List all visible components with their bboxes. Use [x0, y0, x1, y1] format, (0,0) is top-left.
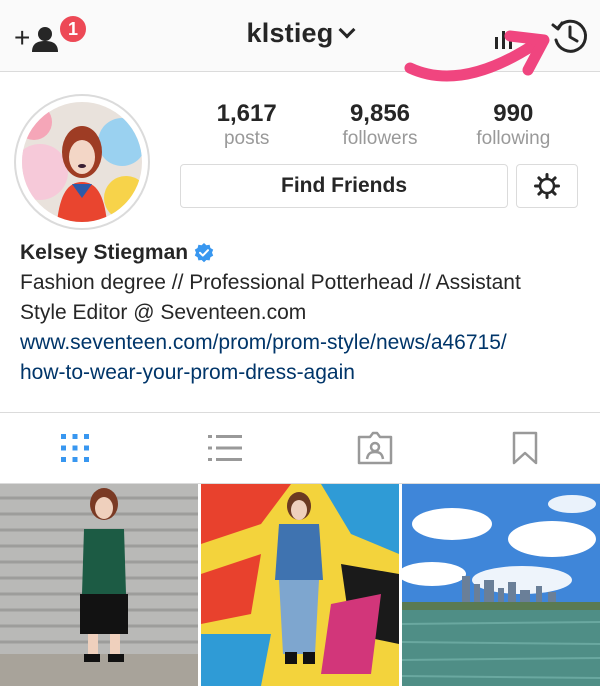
- gear-icon: [534, 173, 560, 199]
- username: klstieg: [246, 18, 334, 48]
- profile-bio: Kelsey Stiegman Fashion degree // Profes…: [20, 238, 590, 388]
- following-count: 990: [493, 100, 534, 127]
- posts-label: posts: [223, 128, 270, 149]
- account-switcher[interactable]: klstieg: [246, 18, 356, 49]
- profile-stats: 1,617 posts 9,856 followers 990 followin…: [180, 100, 580, 150]
- following-stat[interactable]: 990 following: [448, 100, 578, 150]
- profile-tabs: [0, 412, 600, 484]
- profile-avatar[interactable]: [14, 94, 150, 230]
- post-thumbnail[interactable]: [201, 484, 399, 686]
- posts-count: 1,617: [216, 100, 277, 127]
- followers-stat[interactable]: 9,856 followers: [315, 100, 445, 150]
- posts-stat[interactable]: 1,617 posts: [182, 100, 312, 150]
- followers-label: followers: [342, 128, 418, 149]
- bio-line-2: Style Editor @ Seventeen.com: [20, 301, 307, 324]
- settings-button[interactable]: [516, 164, 578, 208]
- photo-grid: [0, 484, 600, 686]
- post-thumbnail[interactable]: [0, 484, 198, 686]
- history-icon[interactable]: [550, 16, 590, 56]
- post-image: [0, 484, 198, 686]
- tagged-icon: [357, 431, 393, 465]
- tab-list[interactable]: [150, 413, 300, 483]
- full-name: Kelsey Stiegman: [20, 241, 189, 264]
- post-image: [402, 484, 600, 686]
- post-thumbnail[interactable]: [402, 484, 600, 686]
- avatar-photo: [22, 102, 142, 222]
- website-link-line-1: www.seventeen.com/prom/prom-style/news/a…: [20, 331, 507, 354]
- verified-badge-icon: [194, 243, 214, 263]
- following-label: following: [476, 128, 551, 149]
- website-link-line-2: how-to-wear-your-prom-dress-again: [20, 361, 355, 384]
- tab-grid[interactable]: [0, 413, 150, 483]
- tab-tagged[interactable]: [300, 413, 450, 483]
- grid-icon: [61, 434, 89, 462]
- bio-line-1: Fashion degree // Professional Potterhea…: [20, 271, 521, 294]
- chevron-down-icon: [338, 21, 356, 38]
- find-friends-button[interactable]: Find Friends: [180, 164, 508, 208]
- followers-count: 9,856: [349, 100, 411, 127]
- bookmark-icon: [512, 431, 538, 465]
- website-link[interactable]: www.seventeen.com/prom/prom-style/news/a…: [20, 328, 590, 388]
- post-image: [201, 484, 399, 686]
- list-icon: [208, 435, 242, 461]
- tab-saved[interactable]: [450, 413, 600, 483]
- top-bar: + 1 klstieg: [0, 0, 600, 82]
- annotation-arrow: [404, 30, 550, 82]
